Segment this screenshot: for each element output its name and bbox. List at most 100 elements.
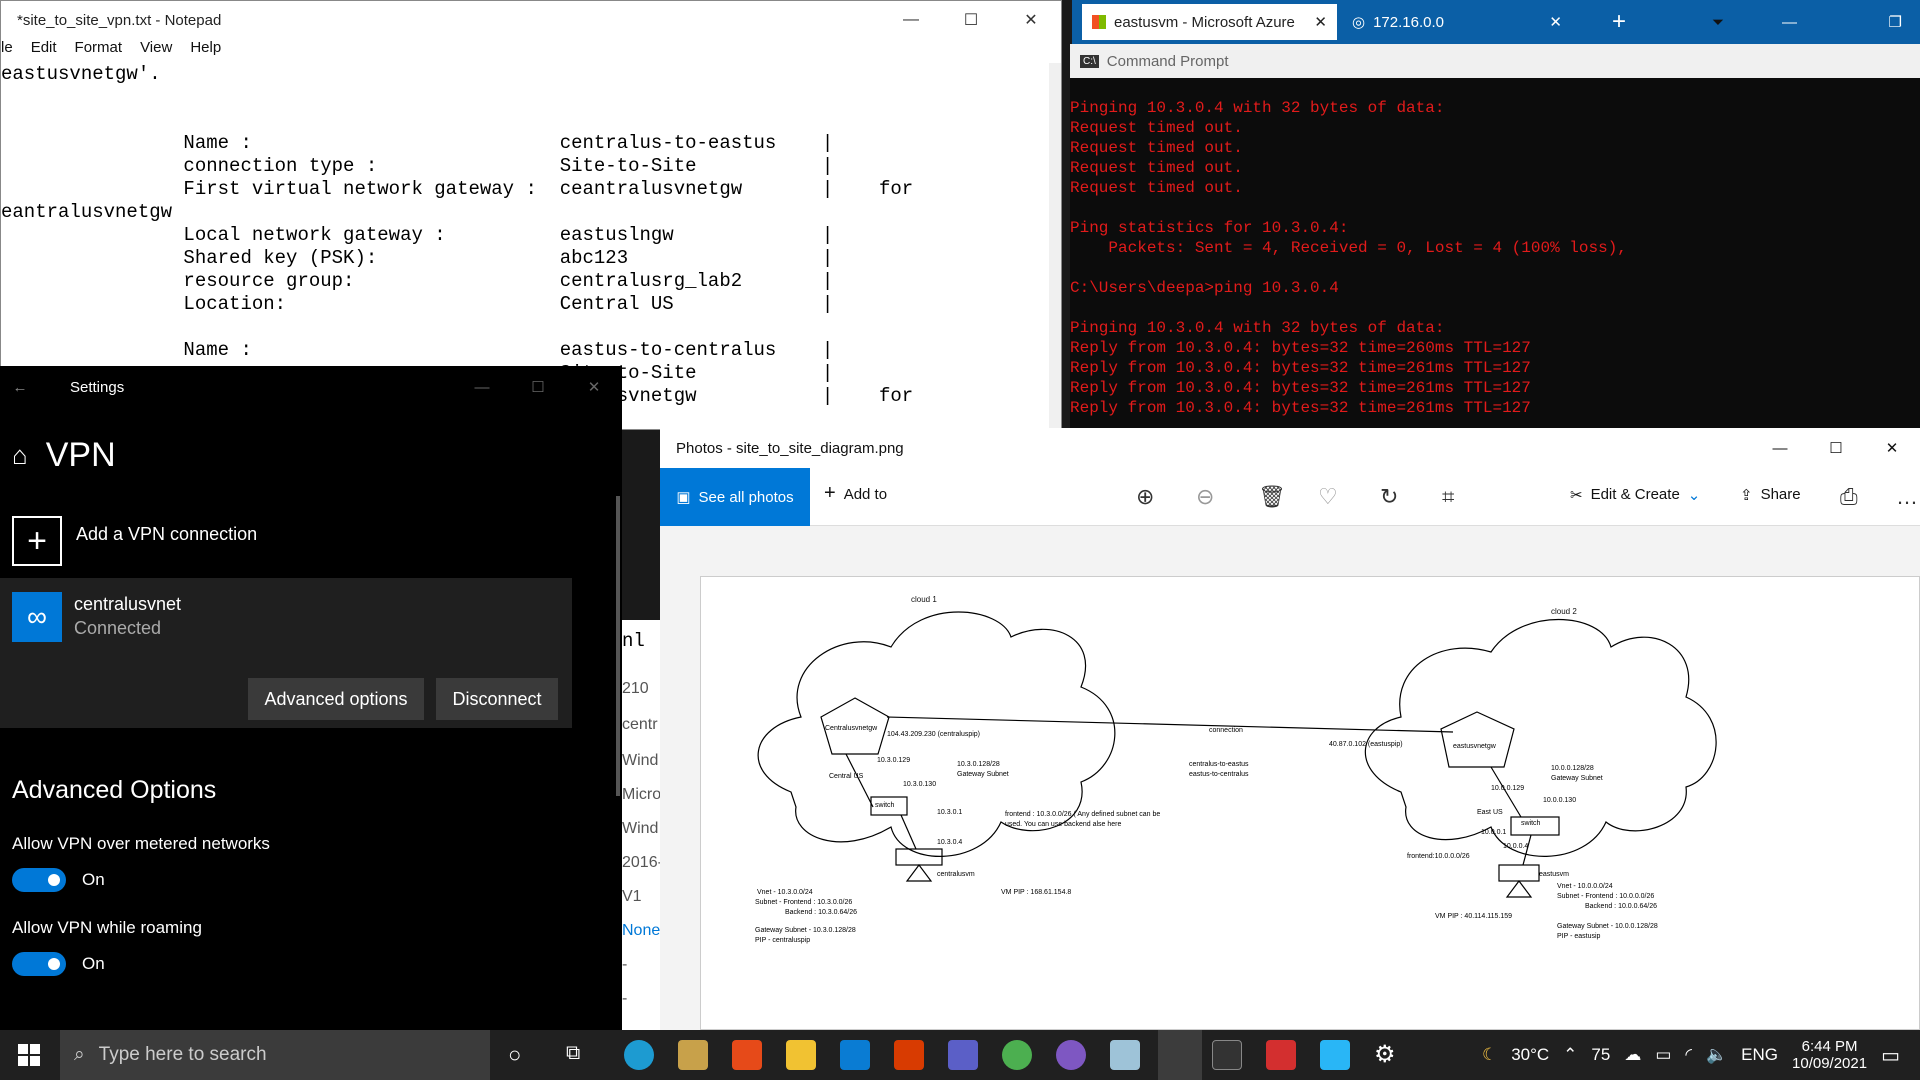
new-tab-icon[interactable]: +: [1602, 4, 1636, 40]
close-icon[interactable]: ✕: [1001, 10, 1061, 30]
taskbar-search[interactable]: ⌕ Type here to search: [60, 1030, 490, 1080]
menu-edit[interactable]: Edit: [31, 39, 57, 63]
background-window-strip: nl 210 centr Wind Micro Wind 2016- V1 No…: [622, 620, 663, 1030]
chevron-down-icon[interactable]: ⏷: [1702, 4, 1734, 40]
store-icon[interactable]: [678, 1040, 708, 1070]
office-icon[interactable]: [732, 1040, 762, 1070]
see-all-label: See all photos: [698, 488, 794, 506]
back-arrow-icon[interactable]: ←: [0, 379, 40, 396]
notepad-titlebar[interactable]: *site_to_site_vpn.txt - Notepad — ☐ ✕: [1, 1, 1061, 39]
diagram-label: Gateway Subnet: [1551, 775, 1603, 782]
settings-gear-icon[interactable]: ⚙: [1374, 1040, 1396, 1069]
tab-ip[interactable]: ◎ 172.16.0.0 ✕: [1342, 4, 1572, 40]
command-prompt-window[interactable]: C:\ Command Prompt Pinging 10.3.0.4 with…: [1070, 44, 1920, 428]
menu-format[interactable]: Format: [75, 39, 123, 63]
diagram-label: Gateway Subnet: [957, 771, 1009, 778]
photos-window: Photos - site_to_site_diagram.png — ☐ ✕ …: [660, 428, 1920, 1030]
cmd-app-icon[interactable]: [1212, 1040, 1242, 1070]
notepad-app-icon[interactable]: [1110, 1040, 1140, 1070]
maximize-icon[interactable]: ☐: [1808, 439, 1864, 457]
taskbar: ⌕ Type here to search ○ ⧉ ⚙ ☾ 30°C ⌃ 75 …: [0, 1030, 1920, 1080]
tab-azure-label: eastusvm - Microsoft Azure: [1114, 13, 1295, 31]
restore-icon[interactable]: ❐: [1889, 13, 1902, 31]
roaming-toggle[interactable]: [12, 952, 66, 976]
disconnect-button[interactable]: Disconnect: [436, 678, 558, 720]
teams-icon[interactable]: [948, 1040, 978, 1070]
photos-app-icon[interactable]: [1158, 1030, 1202, 1080]
add-vpn-button[interactable]: + Add a VPN connection: [12, 516, 257, 566]
see-all-photos-button[interactable]: ▣ See all photos: [660, 468, 810, 526]
language-indicator[interactable]: ENG: [1741, 1045, 1778, 1065]
temperature[interactable]: 30°C: [1511, 1045, 1549, 1065]
close-icon[interactable]: ✕: [566, 378, 622, 396]
diagram-label: Backend : 10.3.0.64/26: [785, 909, 857, 916]
close-icon[interactable]: ✕: [1864, 439, 1920, 457]
minimize-icon[interactable]: —: [454, 379, 510, 396]
notification-icon[interactable]: ▭: [1881, 1043, 1900, 1068]
rotate-icon[interactable]: ↻: [1380, 484, 1398, 510]
close-icon[interactable]: ✕: [1314, 13, 1327, 31]
clock[interactable]: 6:44 PM 10/09/2021: [1792, 1038, 1867, 1072]
maximize-icon[interactable]: ☐: [510, 378, 566, 396]
delete-icon[interactable]: 🗑: [1258, 484, 1286, 510]
cloud-icon[interactable]: ☁: [1624, 1045, 1641, 1065]
strip-text: centr: [622, 716, 658, 733]
volume-icon[interactable]: 🔈: [1706, 1045, 1727, 1065]
home-icon[interactable]: ⌂: [12, 440, 28, 471]
cmd-titlebar[interactable]: C:\ Command Prompt: [1070, 44, 1920, 78]
chrome-icon[interactable]: [1002, 1040, 1032, 1070]
office-apps-icon[interactable]: [894, 1040, 924, 1070]
heart-icon[interactable]: ♡: [1318, 484, 1338, 510]
chevron-up-icon[interactable]: ⌃: [1563, 1045, 1577, 1065]
menu-help[interactable]: Help: [190, 39, 221, 63]
task-view-icon[interactable]: ⧉: [566, 1042, 580, 1065]
close-icon[interactable]: ✕: [1549, 13, 1562, 31]
tray-number[interactable]: 75: [1591, 1045, 1610, 1065]
advanced-options-button[interactable]: Advanced options: [248, 678, 424, 720]
print-icon[interactable]: ⎙: [1840, 484, 1858, 510]
minimize-icon[interactable]: —: [1752, 440, 1808, 457]
mail-icon[interactable]: [840, 1040, 870, 1070]
settings-titlebar[interactable]: ← Settings — ☐ ✕: [0, 366, 622, 408]
cmd-icon: C:\: [1080, 54, 1099, 68]
weather-icon[interactable]: ☾: [1482, 1045, 1497, 1065]
cortana-icon[interactable]: ○: [508, 1042, 521, 1068]
photo-icon: ▣: [676, 489, 691, 506]
tab-azure[interactable]: eastusvm - Microsoft Azure ✕: [1082, 4, 1337, 40]
start-icon[interactable]: [18, 1044, 40, 1066]
edit-create-button[interactable]: ✂ Edit & Create ⌄: [1570, 486, 1700, 504]
chrome-profile-icon[interactable]: [1056, 1040, 1086, 1070]
file-explorer-icon[interactable]: [786, 1040, 816, 1070]
azure-cli-icon[interactable]: [1320, 1040, 1350, 1070]
metered-toggle[interactable]: [12, 868, 66, 892]
acrobat-icon[interactable]: [1266, 1040, 1296, 1070]
cmd-title: Command Prompt: [1106, 52, 1229, 70]
diagram-label: 10.3.0.4: [937, 839, 963, 846]
search-placeholder: Type here to search: [98, 1044, 267, 1065]
chevron-down-icon: ⌄: [1687, 487, 1701, 504]
add-to-button[interactable]: + Add to: [824, 482, 887, 505]
maximize-icon[interactable]: ☐: [941, 10, 1001, 30]
menu-view[interactable]: View: [140, 39, 172, 63]
zoom-out-icon[interactable]: ⊖: [1196, 484, 1214, 510]
cmd-line: Pinging 10.3.0.4 with 32 bytes of data:: [1070, 99, 1445, 117]
diagram-label: frontend:10.0.0.0/26: [1407, 853, 1470, 860]
menu-file[interactable]: le: [1, 39, 13, 63]
vpn-connection-item[interactable]: ∞ centralusvnet Connected Advanced optio…: [0, 578, 572, 728]
minimize-icon[interactable]: —: [1782, 14, 1797, 31]
strip-link[interactable]: None: [622, 922, 660, 940]
settings-scrollbar[interactable]: [616, 496, 620, 796]
photos-titlebar[interactable]: Photos - site_to_site_diagram.png — ☐ ✕: [660, 428, 1920, 468]
notepad-scrollbar[interactable]: [1049, 63, 1061, 429]
notepad-line: [1, 109, 1049, 132]
tab-ip-label: 172.16.0.0: [1373, 13, 1444, 31]
edge-icon[interactable]: [624, 1040, 654, 1070]
system-tray: ☾ 30°C ⌃ 75 ☁ ▭ ◜ 🔈 ENG 6:44 PM 10/09/20…: [1482, 1030, 1920, 1080]
zoom-in-icon[interactable]: ⊕: [1136, 484, 1154, 510]
wifi-icon[interactable]: ◜: [1685, 1045, 1692, 1065]
share-button[interactable]: ⇪ Share: [1740, 486, 1801, 504]
battery-icon[interactable]: ▭: [1655, 1045, 1671, 1065]
more-icon[interactable]: …: [1896, 484, 1918, 510]
crop-icon[interactable]: ⌗: [1442, 484, 1454, 510]
minimize-icon[interactable]: —: [881, 11, 941, 29]
